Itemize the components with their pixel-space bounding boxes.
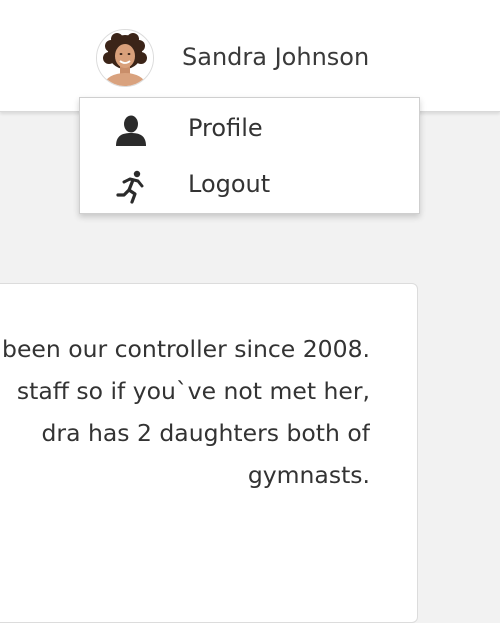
logout-menu-item[interactable]: Logout: [80, 158, 419, 214]
user-name[interactable]: Sandra Johnson: [182, 43, 369, 71]
user-avatar[interactable]: [96, 29, 154, 87]
person-icon: [116, 115, 146, 146]
bio-line: been our controller since 2008.: [2, 335, 370, 363]
logout-label: Logout: [188, 170, 271, 198]
profile-menu-item[interactable]: Profile: [80, 102, 419, 158]
user-dropdown-menu: Profile Logout: [79, 97, 420, 214]
top-bar: Sandra Johnson: [0, 0, 500, 112]
running-person-icon: [116, 170, 144, 204]
bio-line: gymnasts.: [247, 461, 370, 489]
bio-line: staff so if you`ve not met her,: [16, 377, 370, 405]
bio-card: been our controller since 2008. staff so…: [0, 283, 418, 623]
profile-label: Profile: [188, 114, 263, 142]
bio-line: dra has 2 daughters both of: [41, 419, 370, 447]
user-avatar-icon: [97, 30, 153, 86]
bio-text: been our controller since 2008. staff so…: [0, 328, 370, 496]
